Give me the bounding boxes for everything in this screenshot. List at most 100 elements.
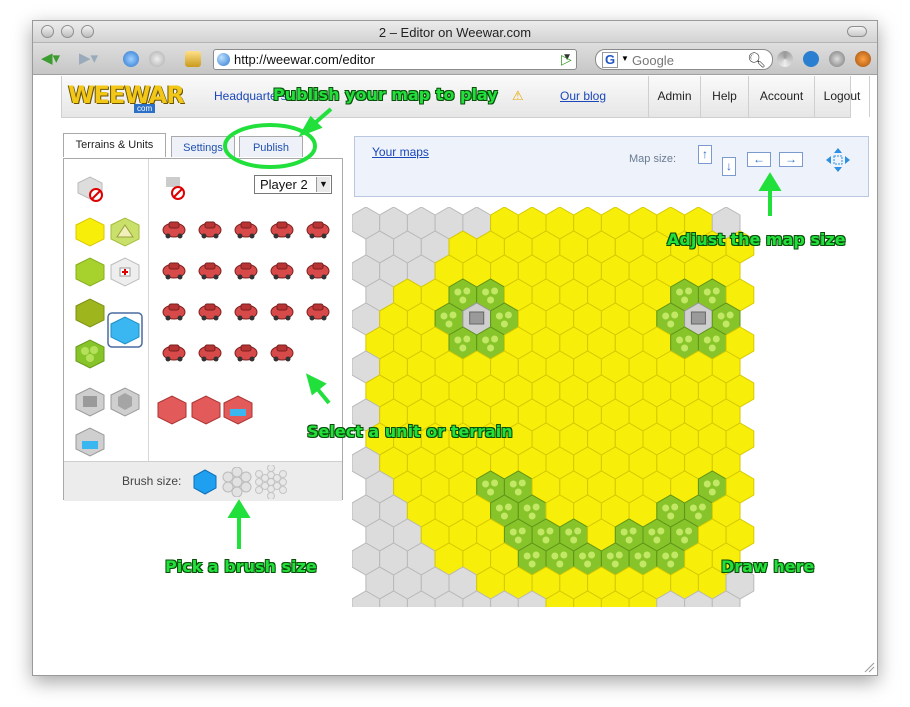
your-maps-link[interactable]: Your maps xyxy=(372,145,429,159)
water-terrain-icon[interactable] xyxy=(107,312,143,348)
tree-icon xyxy=(681,344,689,352)
unit-destroyer-icon[interactable] xyxy=(268,337,296,365)
unit-heavy-trooper-icon[interactable] xyxy=(196,214,224,242)
tab-terrains-units[interactable]: Terrains & Units xyxy=(63,133,166,157)
tree-icon xyxy=(509,528,517,536)
unit-jet-icon[interactable] xyxy=(304,214,332,242)
annotation-publish: Publish your map to play xyxy=(273,85,498,104)
terrain-unit-panel: Player 2 ▼ Brush size: xyxy=(63,158,343,501)
unit-helicopter-icon[interactable] xyxy=(160,296,188,324)
player-select[interactable]: Player 2 ▼ xyxy=(254,175,332,194)
map-up-arrow-icon[interactable]: ↑ xyxy=(698,145,712,164)
search-icon[interactable]: 🔍︎ xyxy=(747,51,766,69)
search-engine-icon[interactable]: G xyxy=(602,52,619,68)
map-left-arrow-icon[interactable]: ← xyxy=(747,152,771,167)
firebug-icon[interactable] xyxy=(855,51,871,67)
unit-submarine-icon[interactable] xyxy=(232,337,260,365)
tree-icon xyxy=(629,527,637,535)
nav-admin[interactable]: Admin xyxy=(648,76,700,117)
tree-icon xyxy=(671,503,679,511)
map-right-arrow-icon[interactable]: → xyxy=(779,152,803,167)
map-size-label: Map size: xyxy=(629,153,677,165)
map-canvas[interactable] xyxy=(352,207,852,607)
grass-terrain-icon[interactable] xyxy=(74,255,106,287)
tree-icon xyxy=(648,528,656,536)
tree-icon xyxy=(708,296,716,304)
unit-heavy-tank-icon[interactable] xyxy=(196,255,224,283)
go-arrow-icon[interactable]: ▷ xyxy=(561,51,572,68)
tab-settings[interactable]: Settings xyxy=(171,136,235,157)
repair-patch-terrain-icon[interactable] xyxy=(109,255,141,287)
unit-tank-icon[interactable] xyxy=(268,214,296,242)
nav-logout[interactable]: Logout xyxy=(814,76,870,117)
search-input[interactable]: G ▼ Google 🔍︎ xyxy=(595,49,773,70)
nav-account[interactable]: Account xyxy=(748,76,814,117)
tree-icon xyxy=(532,551,540,559)
search-engine-dropdown-icon[interactable]: ▼ xyxy=(621,54,629,63)
tree-icon xyxy=(560,551,568,559)
back-arrow-icon[interactable]: ◀▾ xyxy=(41,50,60,68)
swamp-terrain-icon[interactable] xyxy=(74,296,106,328)
tab-publish[interactable]: Publish xyxy=(239,136,303,157)
tree-icon xyxy=(523,504,531,512)
red-base-icon xyxy=(157,395,187,425)
chevron-down-icon[interactable]: ▼ xyxy=(316,177,330,192)
unit-raider-icon[interactable] xyxy=(232,214,260,242)
unit-trooper-icon[interactable] xyxy=(160,214,188,242)
eraser-unit-icon[interactable] xyxy=(160,171,192,203)
unit-engineer-icon[interactable] xyxy=(304,296,332,324)
player-select-value: Player 2 xyxy=(260,177,308,192)
city-building-icon xyxy=(690,311,706,325)
logo-subtext: com xyxy=(134,104,156,113)
unit-speedboat-icon[interactable] xyxy=(196,337,224,365)
tree-icon xyxy=(667,320,675,328)
eraser-terrain-icon[interactable] xyxy=(74,171,106,203)
stop-icon[interactable] xyxy=(149,51,165,67)
tree-icon xyxy=(440,312,448,320)
url-bar[interactable]: http://weewar.com/editor ▼ xyxy=(213,49,577,70)
tree-icon xyxy=(722,320,730,328)
forward-arrow-icon[interactable]: ▶▾ xyxy=(79,50,98,68)
unit-capturer-icon[interactable] xyxy=(160,337,188,365)
base-building-icon[interactable] xyxy=(74,385,106,417)
unit-dfa-icon[interactable] xyxy=(304,255,332,283)
reload-icon[interactable] xyxy=(123,51,139,67)
tree-icon xyxy=(487,488,495,496)
brush-small-option[interactable] xyxy=(192,469,218,495)
weewar-logo[interactable]: WEEWAR com xyxy=(64,81,194,113)
unit-anti-air-icon[interactable] xyxy=(268,296,296,324)
tree-icon xyxy=(523,552,531,560)
map-down-arrow-icon[interactable]: ↓ xyxy=(722,157,736,176)
annotation-draw: Draw here xyxy=(721,557,815,576)
tree-icon xyxy=(518,527,526,535)
city-building-icon[interactable] xyxy=(109,385,141,417)
mountains-terrain-icon[interactable] xyxy=(109,215,141,247)
resize-grip-icon[interactable] xyxy=(863,661,875,673)
unit-hovercraft-icon[interactable] xyxy=(196,296,224,324)
tree-icon xyxy=(495,504,503,512)
tree-icon xyxy=(532,503,540,511)
unit-assault-artillery-icon[interactable] xyxy=(232,255,260,283)
tree-icon xyxy=(528,560,536,568)
tree-icon xyxy=(584,560,592,568)
toolbar-toggle-button[interactable] xyxy=(847,26,867,37)
tree-icon xyxy=(500,320,508,328)
nav-our-blog[interactable]: Our blog xyxy=(560,89,606,103)
tree-icon xyxy=(518,479,526,487)
stumbleupon-icon[interactable] xyxy=(803,51,819,67)
unit-berserker-icon[interactable] xyxy=(268,255,296,283)
nav-help[interactable]: Help xyxy=(700,76,748,117)
fullscreen-icon[interactable] xyxy=(825,147,851,173)
plains-terrain-icon[interactable] xyxy=(74,215,106,247)
unit-light-artillery-icon[interactable] xyxy=(160,255,188,283)
brush-large-option[interactable] xyxy=(254,465,288,499)
gear-icon[interactable] xyxy=(829,51,845,67)
brush-medium-option[interactable] xyxy=(222,467,252,497)
unit-bomber-icon[interactable] xyxy=(232,296,260,324)
tree-icon xyxy=(671,551,679,559)
logo-text: WEEWAR xyxy=(68,81,185,109)
harbor-building-icon[interactable] xyxy=(74,425,106,457)
forest-terrain-icon[interactable] xyxy=(74,337,106,369)
tree-icon xyxy=(712,479,720,487)
tree-icon xyxy=(574,527,582,535)
